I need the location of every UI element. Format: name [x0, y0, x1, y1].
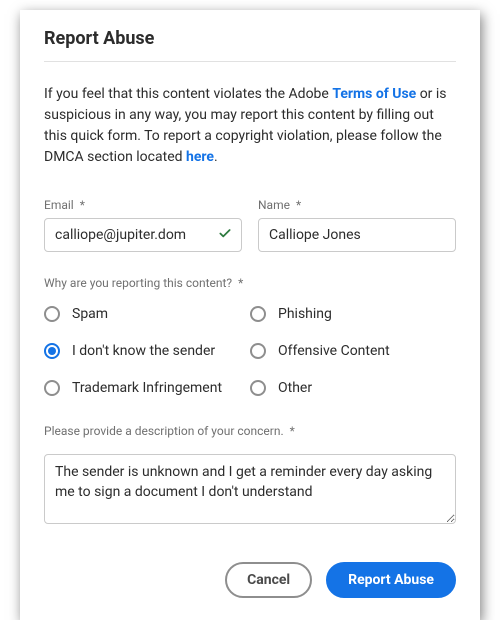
intro-text: If you feel that this content violates t…: [44, 84, 456, 168]
name-label-text: Name: [258, 198, 290, 212]
dmca-here-link[interactable]: here: [186, 149, 214, 165]
email-input[interactable]: [44, 218, 242, 252]
required-asterisk: *: [290, 424, 295, 438]
name-field-group: Name *: [258, 198, 456, 252]
required-asterisk: *: [296, 198, 301, 212]
email-input-wrap: [44, 218, 242, 252]
radio-icon: [250, 306, 266, 322]
required-asterisk: *: [238, 276, 243, 290]
radio-label: I don't know the sender: [72, 343, 215, 359]
radio-icon: [250, 380, 266, 396]
reason-question-text: Why are you reporting this content?: [44, 276, 232, 290]
dialog-title: Report Abuse: [44, 28, 456, 62]
reason-radio-unknown-sender[interactable]: I don't know the sender: [44, 343, 250, 359]
report-abuse-dialog: Report Abuse If you feel that this conte…: [20, 10, 480, 620]
email-label-text: Email: [44, 198, 74, 212]
intro-end: .: [214, 149, 218, 165]
description-label: Please provide a description of your con…: [44, 424, 456, 438]
description-textarea[interactable]: [44, 454, 456, 524]
fields-row: Email * Name *: [44, 198, 456, 252]
radio-icon: [250, 343, 266, 359]
cancel-button[interactable]: Cancel: [225, 562, 312, 598]
radio-label: Spam: [72, 306, 108, 322]
reason-radio-offensive[interactable]: Offensive Content: [250, 343, 456, 359]
intro-pre: If you feel that this content violates t…: [44, 86, 332, 102]
radio-icon: [44, 380, 60, 396]
terms-of-use-link[interactable]: Terms of Use: [332, 86, 416, 102]
reason-question: Why are you reporting this content? *: [44, 276, 456, 290]
report-abuse-button[interactable]: Report Abuse: [326, 562, 456, 598]
name-label: Name *: [258, 198, 456, 212]
reason-radio-other[interactable]: Other: [250, 380, 456, 396]
reason-radio-phishing[interactable]: Phishing: [250, 306, 456, 322]
reason-radio-group: Spam Phishing I don't know the sender Of…: [44, 306, 456, 396]
radio-icon: [44, 343, 60, 359]
email-label: Email *: [44, 198, 242, 212]
radio-label: Trademark Infringement: [72, 380, 222, 396]
radio-icon: [44, 306, 60, 322]
radio-label: Offensive Content: [278, 343, 390, 359]
email-field-group: Email *: [44, 198, 242, 252]
required-asterisk: *: [80, 198, 85, 212]
description-label-text: Please provide a description of your con…: [44, 424, 284, 438]
name-input[interactable]: [258, 218, 456, 252]
button-row: Cancel Report Abuse: [44, 562, 456, 598]
radio-label: Other: [278, 380, 312, 396]
reason-radio-trademark[interactable]: Trademark Infringement: [44, 380, 250, 396]
reason-radio-spam[interactable]: Spam: [44, 306, 250, 322]
radio-label: Phishing: [278, 306, 332, 322]
